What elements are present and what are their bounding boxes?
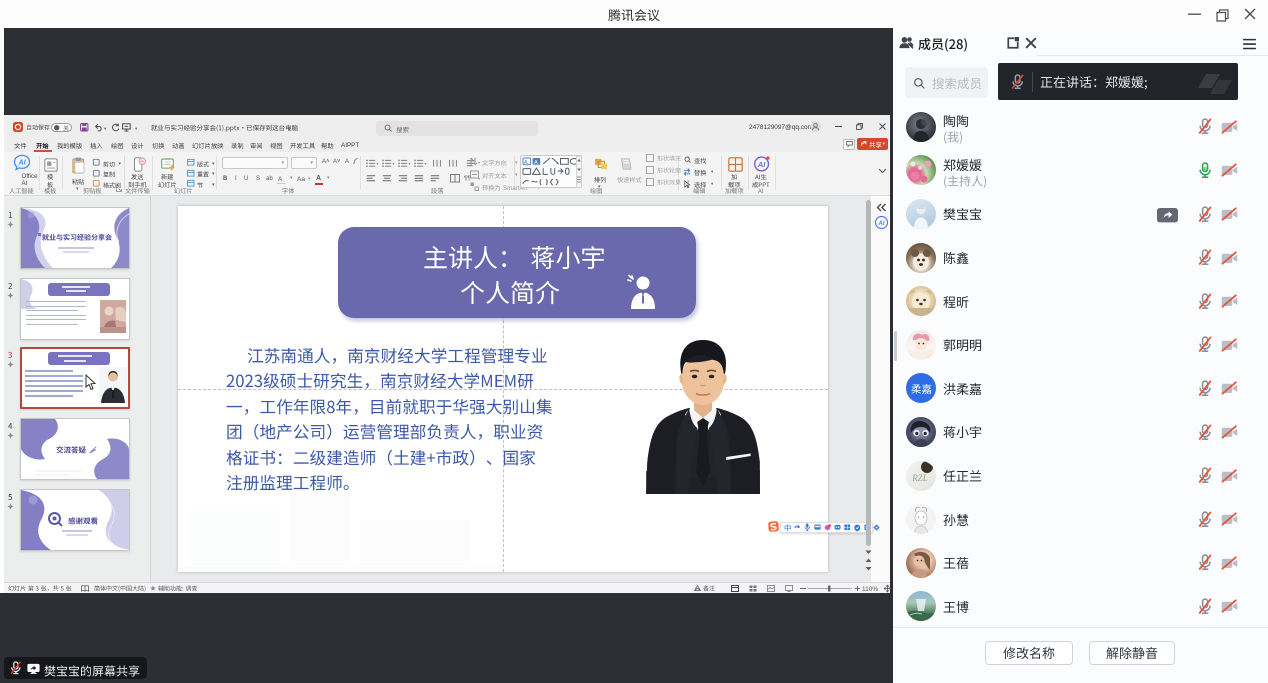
svg-text:AI: AI [17,158,26,166]
svg-text:A: A [534,160,538,166]
svg-text:AI: AI [757,160,766,169]
svg-text:A: A [524,160,528,166]
svg-text:RZL: RZL [911,473,928,483]
svg-text:AI: AI [878,221,885,227]
